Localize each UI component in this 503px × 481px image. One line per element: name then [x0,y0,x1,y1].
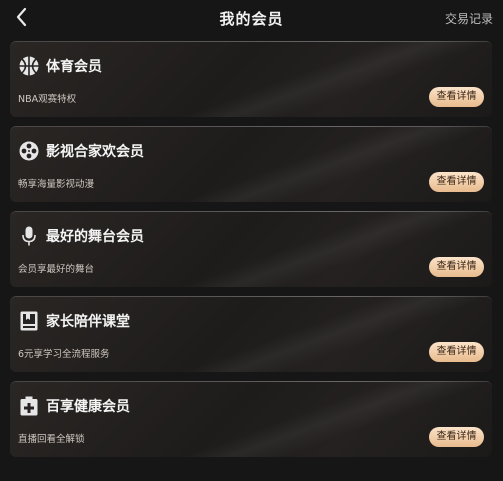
card-title: 影视合家欢会员 [46,144,144,160]
basketball-icon [19,56,39,76]
card-title: 最好的舞台会员 [46,229,144,245]
view-details-button[interactable]: 查看详情 [429,87,484,107]
view-details-button[interactable]: 查看详情 [429,172,484,192]
card-title: 家长陪伴课堂 [46,314,130,330]
card-title: 百享健康会员 [46,399,130,415]
view-details-button[interactable]: 查看详情 [429,427,484,447]
medical-cross-icon [20,396,38,416]
membership-card-parent-class[interactable]: 家长陪伴课堂 6元享学习全流程服务 查看详情 [10,296,492,372]
header: 我的会员 交易记录 [0,0,503,34]
page-title: 我的会员 [219,10,284,28]
film-reel-icon [19,141,39,161]
microphone-icon [22,226,36,246]
membership-card-health[interactable]: 百享健康会员 直播回看全解锁 查看详情 [10,381,492,457]
card-title: 体育会员 [46,59,102,75]
membership-list: 体育会员 NBA观赛特权 查看详情 影视合家欢会员 畅享海量影视动漫 查看详情 … [10,41,492,466]
card-description: 会员享最好的舞台 [18,264,95,275]
membership-card-stage[interactable]: 最好的舞台会员 会员享最好的舞台 查看详情 [10,211,492,287]
membership-card-family-video[interactable]: 影视合家欢会员 畅享海量影视动漫 查看详情 [10,126,492,202]
book-icon [20,311,38,331]
view-details-button[interactable]: 查看详情 [429,342,484,362]
card-description: 畅享海量影视动漫 [18,179,95,190]
card-description: 6元享学习全流程服务 [18,349,110,360]
view-details-button[interactable]: 查看详情 [429,257,484,277]
card-description: NBA观赛特权 [18,94,77,105]
transaction-records-link[interactable]: 交易记录 [445,10,493,27]
membership-card-sports[interactable]: 体育会员 NBA观赛特权 查看详情 [10,41,492,117]
card-description: 直播回看全解锁 [18,434,85,445]
